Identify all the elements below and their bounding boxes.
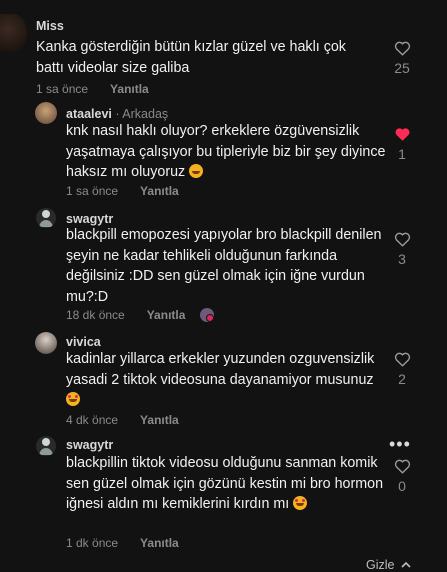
- figure-avatar-icon: [39, 438, 53, 455]
- comment-meta: 18 dk önce Yanıtla: [66, 308, 185, 322]
- heart-outline-icon: [394, 232, 410, 247]
- username-text: ataalevi: [66, 107, 112, 121]
- grinning-face-icon: [189, 164, 204, 178]
- comment-meta: 4 dk önce Yanıtla: [66, 413, 179, 427]
- reply-item: swagytr blackpillin tiktok videosu olduğ…: [0, 432, 447, 552]
- comment-username[interactable]: swagytr: [66, 438, 113, 452]
- heart-filled-icon: [395, 128, 409, 141]
- reply-button[interactable]: Yanıtla: [140, 184, 179, 198]
- hide-label: Gizle: [366, 558, 395, 572]
- heart-outline-icon: [394, 352, 410, 367]
- reply-button[interactable]: Yanıtla: [140, 413, 179, 427]
- like-count: 2: [398, 371, 406, 387]
- comment-text: blackpill emopozesi yapıyolar bro blackp…: [66, 225, 386, 307]
- reply-item: ataalevi · Arkadaş knk nasıl haklı oluyo…: [0, 98, 447, 202]
- like-button[interactable]: 3: [387, 231, 417, 267]
- comment-text: Kanka gösterdiğin bütün kızlar güzel ve …: [36, 37, 356, 78]
- like-button[interactable]: 25: [387, 40, 417, 76]
- comment-time: 1 dk önce: [66, 536, 119, 550]
- comment-meta: 1 dk önce Yanıtla: [66, 536, 179, 550]
- reply-item: swagytr blackpill emopozesi yapıyolar br…: [0, 203, 447, 327]
- avatar[interactable]: [35, 102, 57, 124]
- avatar[interactable]: [35, 332, 57, 354]
- reply-button[interactable]: Yanıtla: [140, 536, 179, 550]
- comment-meta: 1 sa önce Yanıtla: [36, 82, 149, 96]
- comment-text-content: blackpillin tiktok videosu olduğunu sanm…: [66, 455, 384, 512]
- comment-text-content: kadinlar yillarca erkekler yuzunden ozgu…: [66, 351, 375, 388]
- heart-badge-icon: [206, 314, 214, 322]
- more-options-icon[interactable]: •••: [389, 434, 411, 455]
- reply-item: vivica kadinlar yillarca erkekler yuzund…: [0, 329, 447, 431]
- heart-eyes-face-icon: [66, 392, 80, 406]
- comment-text: blackpillin tiktok videosu olduğunu sanm…: [66, 453, 386, 515]
- friend-tag: · Arkadaş: [115, 107, 169, 121]
- like-button[interactable]: 1: [387, 126, 417, 162]
- heart-outline-icon: [394, 41, 410, 56]
- comment-text-content: blackpill emopozesi yapıyolar bro blackp…: [66, 227, 382, 305]
- like-button[interactable]: 2: [387, 351, 417, 387]
- comment-time: 1 sa önce: [36, 82, 89, 96]
- comment-text: knk nasıl haklı oluyor? erkeklere özgüve…: [66, 121, 386, 183]
- comment-text-content: Kanka gösterdiğin bütün kızlar güzel ve …: [36, 39, 346, 76]
- comment-time: 4 dk önce: [66, 413, 119, 427]
- avatar[interactable]: [36, 436, 56, 456]
- avatar[interactable]: [0, 14, 27, 52]
- like-count: 25: [394, 60, 410, 76]
- figure-avatar-icon: [39, 210, 53, 227]
- comment-meta: 1 sa önce Yanıtla: [66, 184, 179, 198]
- comment-time: 18 dk önce: [66, 308, 125, 322]
- hide-replies-button[interactable]: Gizle: [366, 558, 411, 572]
- reply-button[interactable]: Yanıtla: [147, 308, 186, 322]
- comment-username[interactable]: Miss: [36, 19, 64, 33]
- creator-liked-avatar: [200, 308, 214, 322]
- like-count: 1: [398, 146, 406, 162]
- comment-item: Miss Kanka gösterdiğin bütün kızlar güze…: [0, 0, 447, 96]
- comment-username[interactable]: swagytr: [66, 212, 113, 226]
- comment-username[interactable]: vivica: [66, 335, 101, 349]
- like-count: 0: [398, 478, 406, 494]
- comment-text-content: knk nasıl haklı oluyor? erkeklere özgüve…: [66, 123, 386, 180]
- comment-username[interactable]: ataalevi · Arkadaş: [66, 107, 168, 121]
- smiling-hearts-face-icon: [293, 496, 308, 510]
- comment-time: 1 sa önce: [66, 184, 119, 198]
- like-button[interactable]: 0: [387, 458, 417, 494]
- reply-button[interactable]: Yanıtla: [110, 82, 149, 96]
- comment-text: kadinlar yillarca erkekler yuzunden ozgu…: [66, 349, 386, 411]
- heart-outline-icon: [394, 459, 410, 474]
- avatar[interactable]: [36, 208, 56, 228]
- chevron-up-icon: [401, 561, 411, 568]
- like-count: 3: [398, 251, 406, 267]
